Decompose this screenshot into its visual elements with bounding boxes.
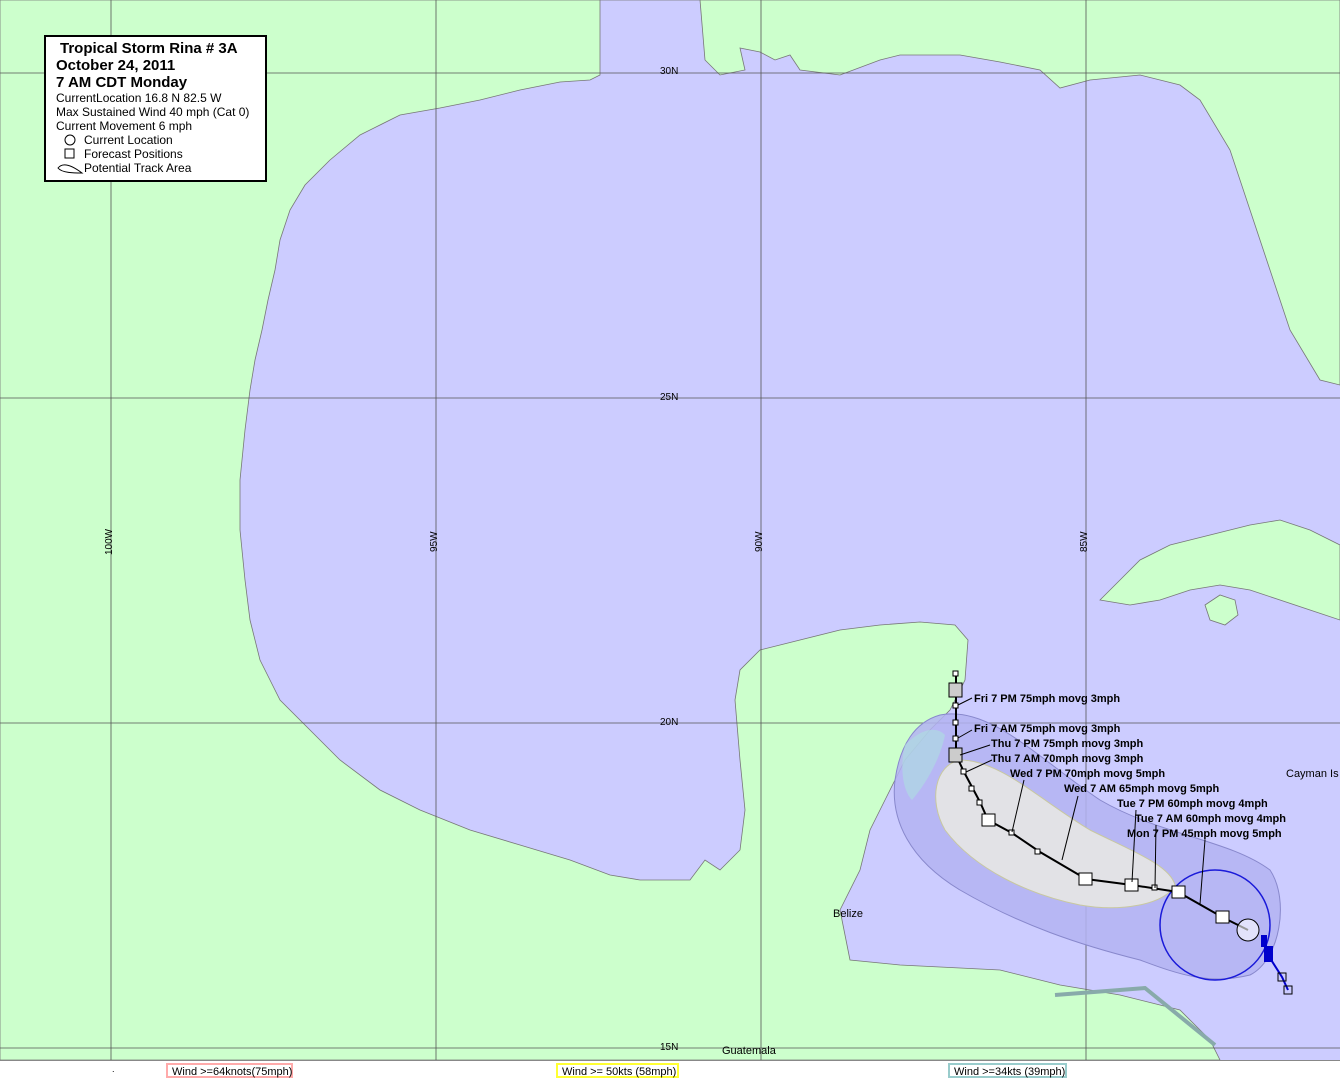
- forecast-position-small: [976, 799, 983, 806]
- forecast-label: Thu 7 PM 75mph movg 3mph: [991, 738, 1144, 750]
- lat-label-15n: 15N: [660, 1042, 679, 1053]
- legend-item-current: Current Location: [56, 133, 259, 147]
- forecast-label: Tue 7 PM 60mph movg 4mph: [1117, 798, 1268, 810]
- storm-info-legend: Tropical Storm Rina # 3A October 24, 201…: [44, 35, 267, 182]
- lon-label-95w: 95W: [429, 531, 440, 552]
- forecast-position-small: [952, 702, 959, 709]
- forecast-position-small: [952, 735, 959, 742]
- legend-item-label: Current Location: [84, 133, 173, 147]
- lat-label-20n: 20N: [660, 717, 679, 728]
- past-position-blue: [1261, 935, 1267, 947]
- wind-key-34: Wind >=34kts (39mph): [948, 1063, 1067, 1078]
- forecast-label: Fri 7 PM 75mph movg 3mph: [974, 693, 1121, 705]
- circle-icon: [56, 134, 84, 146]
- legend-item-forecast: Forecast Positions: [56, 147, 259, 161]
- lon-label-100w: 100W: [104, 528, 115, 555]
- lat-label-25n: 25N: [660, 392, 679, 403]
- cone-icon: [56, 161, 84, 175]
- place-guatemala: Guatemala: [722, 1045, 776, 1057]
- storm-movement: Current Movement 6 mph: [56, 119, 193, 133]
- forecast-position: [1215, 910, 1230, 924]
- forecast-position-small: [1034, 848, 1041, 855]
- wind-key-50: Wind >= 50kts (58mph): [556, 1063, 679, 1078]
- forecast-label: Fri 7 AM 75mph movg 3mph: [974, 723, 1121, 735]
- forecast-position-small: [952, 719, 959, 726]
- forecast-position-small: [1151, 884, 1158, 891]
- forecast-label: Tue 7 AM 60mph movg 4mph: [1135, 813, 1286, 825]
- forecast-position-small: [952, 670, 959, 677]
- legend-item-track-area: Potential Track Area: [56, 161, 259, 175]
- footer-mark: .: [112, 1064, 115, 1074]
- legend-item-label: Potential Track Area: [84, 161, 192, 175]
- past-position-blue-2: [1264, 946, 1273, 962]
- forecast-position: [948, 682, 963, 698]
- lon-label-85w: 85W: [1079, 531, 1090, 552]
- forecast-label: Mon 7 PM 45mph movg 5mph: [1127, 828, 1282, 840]
- forecast-position-small: [1008, 829, 1015, 836]
- storm-time: 7 AM CDT Monday: [56, 74, 188, 91]
- forecast-position-small: [968, 785, 975, 792]
- storm-location: CurrentLocation 16.8 N 82.5 W: [56, 91, 222, 105]
- storm-max-wind: Max Sustained Wind 40 mph (Cat 0): [56, 105, 250, 119]
- forecast-position: [981, 813, 996, 827]
- forecast-label: Thu 7 AM 70mph movg 3mph: [991, 753, 1144, 765]
- forecast-position: [1171, 885, 1186, 899]
- storm-title: Tropical Storm Rina # 3A: [60, 40, 238, 57]
- square-icon: [56, 148, 84, 160]
- forecast-label: Wed 7 PM 70mph movg 5mph: [1010, 768, 1166, 780]
- place-belize: Belize: [833, 908, 863, 920]
- legend-item-label: Forecast Positions: [84, 147, 183, 161]
- lon-label-90w: 90W: [754, 531, 765, 552]
- forecast-position-small: [960, 768, 967, 775]
- forecast-position: [1124, 878, 1139, 892]
- forecast-position: [1078, 872, 1093, 886]
- forecast-label: Wed 7 AM 65mph movg 5mph: [1064, 783, 1220, 795]
- lat-label-30n: 30N: [660, 66, 679, 77]
- place-cayman: Cayman Is: [1286, 768, 1339, 780]
- current-location-marker: [1236, 918, 1260, 942]
- storm-date: October 24, 2011: [56, 57, 176, 74]
- wind-key-64: Wind >=64knots(75mph): [166, 1063, 293, 1078]
